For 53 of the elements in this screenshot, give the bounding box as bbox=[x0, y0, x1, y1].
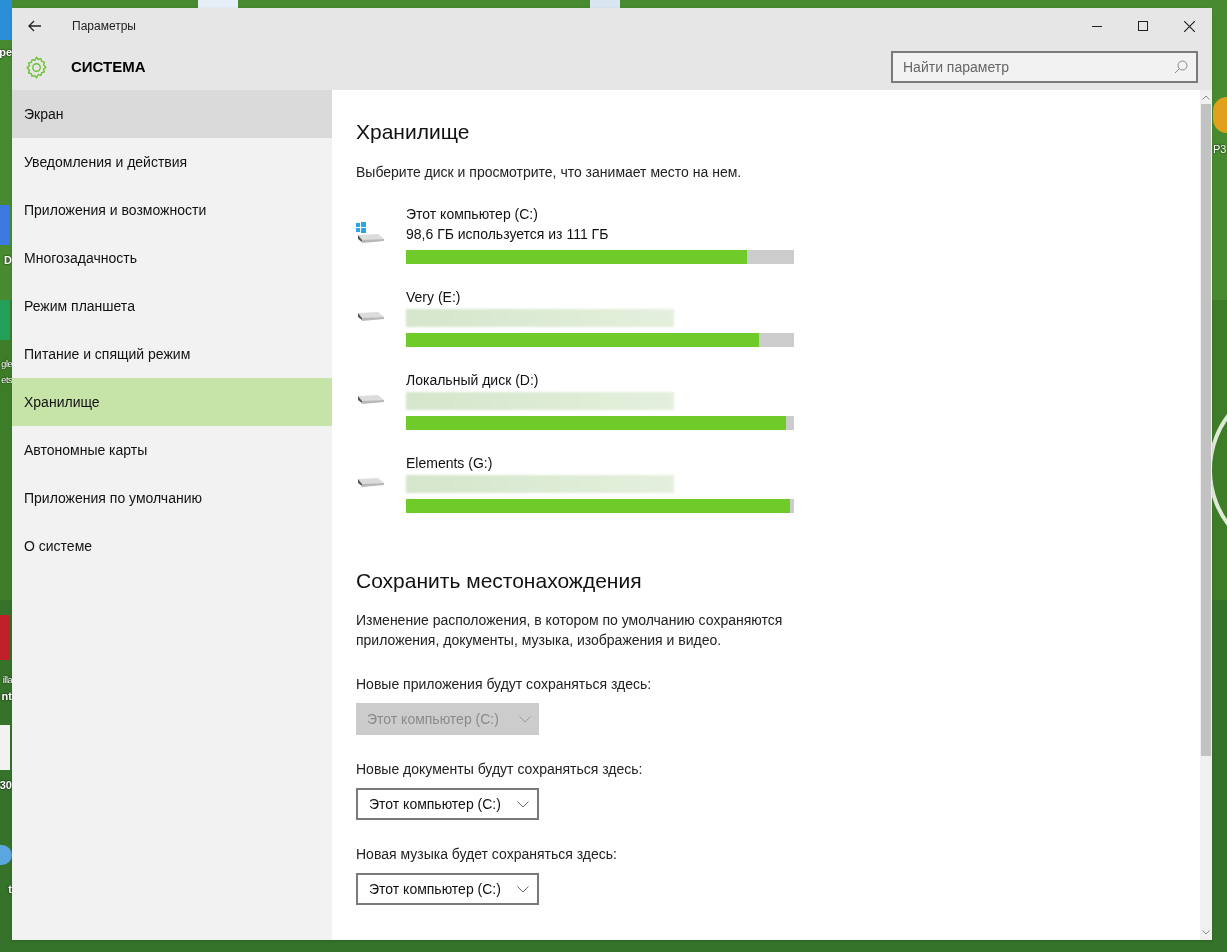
search-field[interactable]: Найти параметр bbox=[891, 51, 1198, 83]
chevron-down-icon bbox=[519, 715, 531, 723]
sidebar-item[interactable]: Приложения по умолчанию bbox=[12, 474, 332, 522]
location-dropdown[interactable]: Этот компьютер (C:) bbox=[356, 873, 539, 905]
desktop-icon-label[interactable]: ets bbox=[1, 373, 12, 387]
desktop-icon-label[interactable]: 30 bbox=[0, 778, 12, 792]
sidebar-item[interactable]: О системе bbox=[12, 522, 332, 570]
desktop-icon-label[interactable]: nt bbox=[1, 689, 12, 703]
setting-label: Новая музыка будет сохраняться здесь: bbox=[356, 845, 618, 864]
save-locations-description: Изменение расположения, в котором по умолчанию сохраняются приложения, документы, музыка, изображения и видео. bbox=[356, 611, 784, 650]
desktop-icon-label[interactable]: pe bbox=[0, 45, 12, 59]
desktop-icon-label[interactable]: gle bbox=[1, 357, 12, 371]
setting-label: Новые приложения будут сохраняться здесь: bbox=[356, 675, 653, 694]
sidebar-item[interactable]: Многозадачность bbox=[12, 234, 332, 282]
drive-name[interactable]: Локальный диск (D:) bbox=[406, 370, 794, 390]
chevron-down-icon bbox=[517, 800, 529, 808]
gear-icon bbox=[24, 54, 49, 80]
desktop-icon-label[interactable]: illa bbox=[2, 673, 12, 687]
storage-heading: Хранилище bbox=[356, 119, 471, 145]
drive-icon bbox=[356, 311, 386, 323]
maximize-icon bbox=[1138, 21, 1148, 31]
desktop-icon-label[interactable]: D bbox=[4, 253, 12, 267]
minimize-icon bbox=[1092, 25, 1102, 27]
desktop-icon-label[interactable]: P3 bbox=[1213, 142, 1227, 156]
window-title: Параметры bbox=[72, 18, 136, 35]
scroll-down-icon bbox=[1202, 930, 1210, 935]
drive-name[interactable]: Elements (G:) bbox=[406, 453, 794, 473]
storage-description: Выберите диск и просмотрите, что занимает место на нем. bbox=[356, 162, 743, 182]
save-locations-heading: Сохранить местонахождения bbox=[356, 567, 643, 594]
drive-usage: 98,6 ГБ используется из 111 ГБ bbox=[406, 225, 610, 244]
scrollbar-thumb[interactable] bbox=[1201, 104, 1211, 756]
sidebar-item[interactable]: Автономные карты bbox=[12, 426, 332, 474]
desktop-icon-label[interactable]: t bbox=[8, 882, 12, 896]
system-drive-icon bbox=[356, 222, 386, 246]
close-icon bbox=[1183, 20, 1195, 32]
drive-name[interactable]: Этот компьютер (C:) bbox=[406, 204, 794, 224]
sidebar-item[interactable]: Экран bbox=[12, 90, 332, 138]
sidebar-item[interactable]: Питание и спящий режим bbox=[12, 330, 332, 378]
sidebar-item[interactable]: Режим планшета bbox=[12, 282, 332, 330]
chevron-down-icon bbox=[517, 885, 529, 893]
section-title: СИСТЕМА bbox=[71, 56, 146, 77]
sidebar-item[interactable]: Уведомления и действия bbox=[12, 138, 332, 186]
drive-icon bbox=[356, 394, 386, 406]
sidebar-item[interactable]: Хранилище bbox=[12, 378, 332, 426]
drive-name[interactable]: Very (E:) bbox=[406, 287, 794, 307]
drive-icon bbox=[356, 477, 386, 489]
scroll-up-icon bbox=[1202, 95, 1210, 100]
search-icon bbox=[1174, 60, 1188, 74]
back-arrow-icon bbox=[28, 20, 42, 32]
scrollbar[interactable] bbox=[1200, 90, 1212, 940]
setting-label: Новые документы будут сохраняться здесь: bbox=[356, 760, 644, 779]
sidebar-item[interactable]: Приложения и возможности bbox=[12, 186, 332, 234]
location-dropdown[interactable]: Этот компьютер (C:) bbox=[356, 788, 539, 820]
